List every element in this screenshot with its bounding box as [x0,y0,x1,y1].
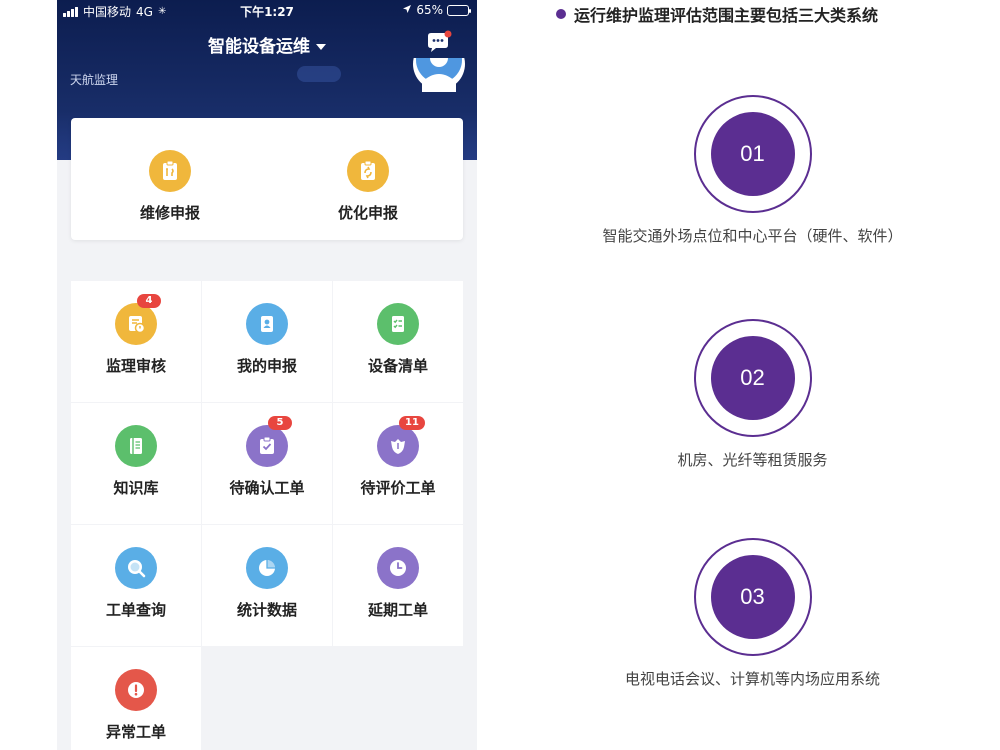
step-description: 电视电话会议、计算机等内场应用系统 [624,670,880,688]
step-ring: 03 [693,538,812,656]
menu-my-reports[interactable]: 我的申报 [202,281,332,402]
pending-evaluation-badge: 11 [399,416,425,430]
app-title-dropdown[interactable]: 智能设备运维 [57,32,477,57]
menu-pending-confirm[interactable]: 5 待确认工单 [202,403,332,524]
pie-chart-icon [246,547,288,589]
status-bar: 中国移动 4G ✳ 下午1:27 65% [57,0,477,22]
clock-icon [377,547,419,589]
step-description: 机房、光纤等租赁服务 [677,451,828,469]
menu-supervision-review[interactable]: 4 监理审核 [71,281,201,402]
repair-report-button[interactable]: 维修申报 [105,150,235,223]
review-document-icon: 4 [115,294,161,345]
caret-down-icon [316,44,326,50]
alert-icon [115,669,157,711]
battery-percent: 65% [416,3,443,17]
pending-confirm-badge: 5 [268,416,292,430]
app-title: 智能设备运维 [208,37,310,57]
menu-label: 待确认工单 [229,479,305,497]
scope-step-1: 01 智能交通外场点位和中心平台（硬件、软件） [560,95,945,246]
menu-label: 统计数据 [236,601,297,619]
step-number: 03 [710,555,795,639]
menu-knowledge-base[interactable]: 知识库 [71,403,201,524]
menu-abnormal-orders[interactable]: 异常工单 [71,647,201,750]
menu-label: 异常工单 [105,723,166,741]
menu-label: 待评价工单 [360,479,436,497]
rate-shield-icon: 11 [377,416,425,467]
avatar-person-icon [413,58,465,92]
repair-clipboard-icon [149,150,191,192]
book-icon [115,425,157,467]
menu-delayed-orders[interactable]: 延期工单 [333,525,463,646]
menu-label: 监理审核 [105,357,166,375]
menu-label: 知识库 [113,479,159,497]
search-icon [115,547,157,589]
user-badge-icon [246,303,288,345]
review-count-badge: 4 [137,294,161,308]
org-name: 天航监理 [70,73,119,87]
location-arrow-icon [402,3,412,17]
step-ring: 01 [693,95,812,213]
menu-order-search[interactable]: 工单查询 [71,525,201,646]
header-cloud-decoration [297,66,341,82]
step-number: 01 [710,112,795,196]
menu-label: 设备清单 [367,357,428,375]
menu-label: 延期工单 [367,601,428,619]
optimize-clipboard-icon [347,150,389,192]
step-description: 智能交通外场点位和中心平台（硬件、软件） [602,227,903,245]
step-ring: 02 [693,319,812,437]
battery-icon [447,4,471,16]
panel-title: 运行维护监理评估范围主要包括三大类系统 [556,2,878,26]
message-button[interactable] [425,30,453,56]
user-avatar[interactable] [413,58,465,92]
optimize-report-label: 优化申报 [337,204,398,222]
menu-label: 我的申报 [236,357,297,375]
chat-bubble-icon [428,30,452,52]
quick-action-card: 维修申报 优化申报 [71,118,463,240]
optimize-report-button[interactable]: 优化申报 [303,150,433,223]
checklist-icon [377,303,419,345]
clipboard-check-icon: 5 [246,416,292,467]
menu-label: 工单查询 [105,601,166,619]
bullet-dot-icon [556,9,566,19]
scope-step-2: 02 机房、光纤等租赁服务 [560,319,945,470]
menu-pending-evaluation[interactable]: 11 待评价工单 [333,403,463,524]
menu-equipment-list[interactable]: 设备清单 [333,281,463,402]
phone-screen: 中国移动 4G ✳ 下午1:27 65% 智能设备运维 天航监理 维修申报 优化… [57,0,477,750]
scope-step-3: 03 电视电话会议、计算机等内场应用系统 [560,538,945,689]
panel-title-text: 运行维护监理评估范围主要包括三大类系统 [574,6,879,25]
menu-statistics[interactable]: 统计数据 [202,525,332,646]
repair-report-label: 维修申报 [139,204,200,222]
step-number: 02 [710,336,795,420]
